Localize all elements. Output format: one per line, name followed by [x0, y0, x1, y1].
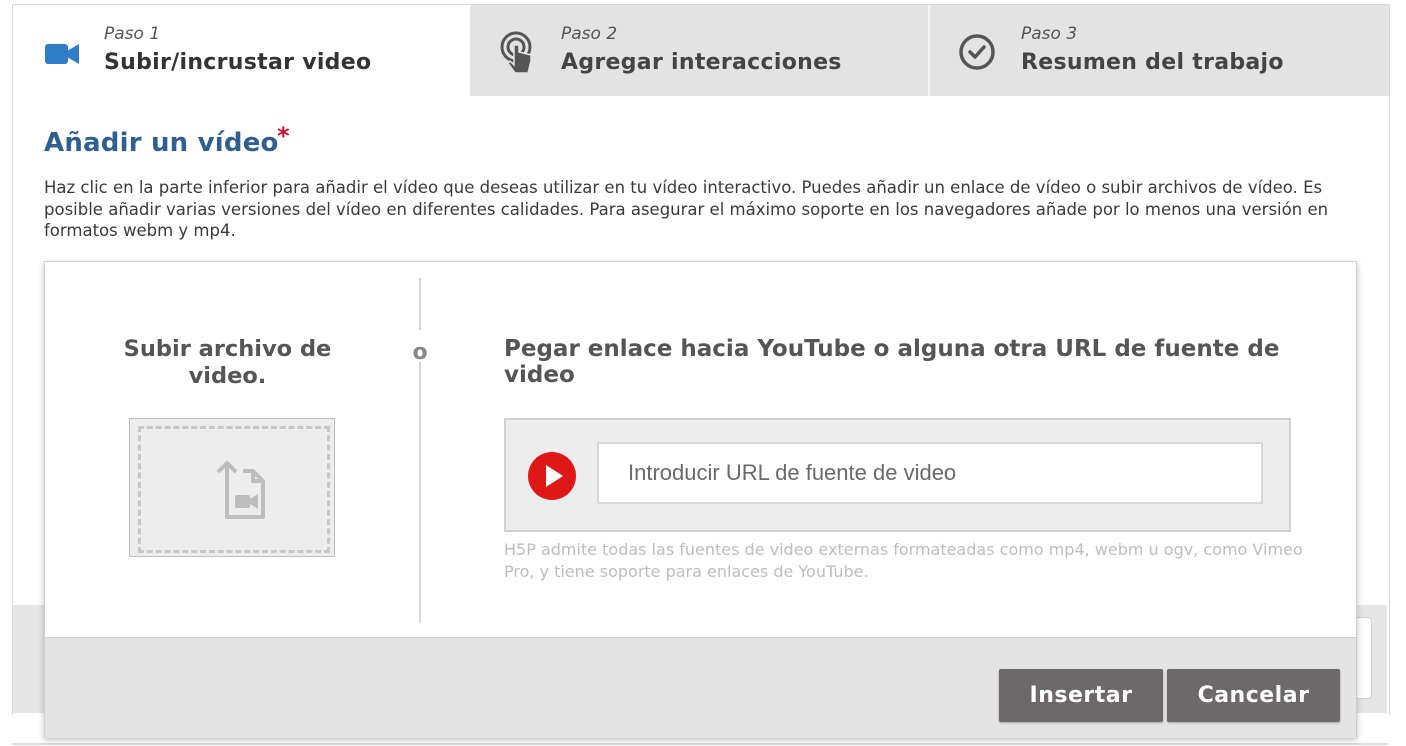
bottom-border: [12, 743, 1388, 745]
tab-step-2[interactable]: Paso 2 Agregar interacciones: [470, 5, 928, 96]
step-tabs: Paso 1 Subir/incrustar video Paso 2 Agre…: [13, 5, 1389, 96]
youtube-play-icon: [528, 452, 576, 500]
upload-dropzone[interactable]: [129, 418, 335, 557]
tab-step-label: Subir/incrustar video: [104, 50, 372, 75]
upload-dashed-area: [138, 426, 330, 553]
tab-step-number: Paso 2: [561, 24, 618, 44]
required-mark: *: [277, 122, 290, 150]
url-input-panel: [504, 418, 1291, 532]
check-circle-icon: [959, 34, 995, 70]
section-title: Añadir un vídeo: [44, 128, 279, 158]
tab-step-label: Agregar interacciones: [561, 50, 842, 75]
touch-pointer-icon: [500, 31, 532, 74]
url-title: Pegar enlace hacia YouTube o alguna otra…: [504, 336, 1280, 388]
tab-step-number: Paso 1: [104, 24, 161, 44]
tab-step-number: Paso 3: [1021, 24, 1078, 44]
video-url-input[interactable]: [597, 442, 1263, 504]
insert-button[interactable]: Insertar: [999, 669, 1163, 722]
upload-title: Subir archivo de video.: [123, 336, 332, 389]
video-camera-icon: [45, 44, 79, 64]
or-label: o: [412, 340, 428, 365]
url-hint-text: H5P admite todas las fuentes de video ex…: [504, 540, 1303, 581]
section-description: Haz clic en la parte inferior para añadi…: [44, 178, 1329, 240]
tab-step-1[interactable]: Paso 1 Subir/incrustar video: [13, 5, 470, 96]
dialog-footer: Insertar Cancelar: [45, 637, 1356, 738]
upload-video-file-icon: [216, 461, 265, 519]
tab-step-label: Resumen del trabajo: [1021, 50, 1284, 75]
add-video-dialog: Subir archivo de video. o Pegar enlace h…: [44, 261, 1357, 738]
cancel-button[interactable]: Cancelar: [1167, 669, 1340, 722]
tab-step-3[interactable]: Paso 3 Resumen del trabajo: [928, 5, 1389, 96]
